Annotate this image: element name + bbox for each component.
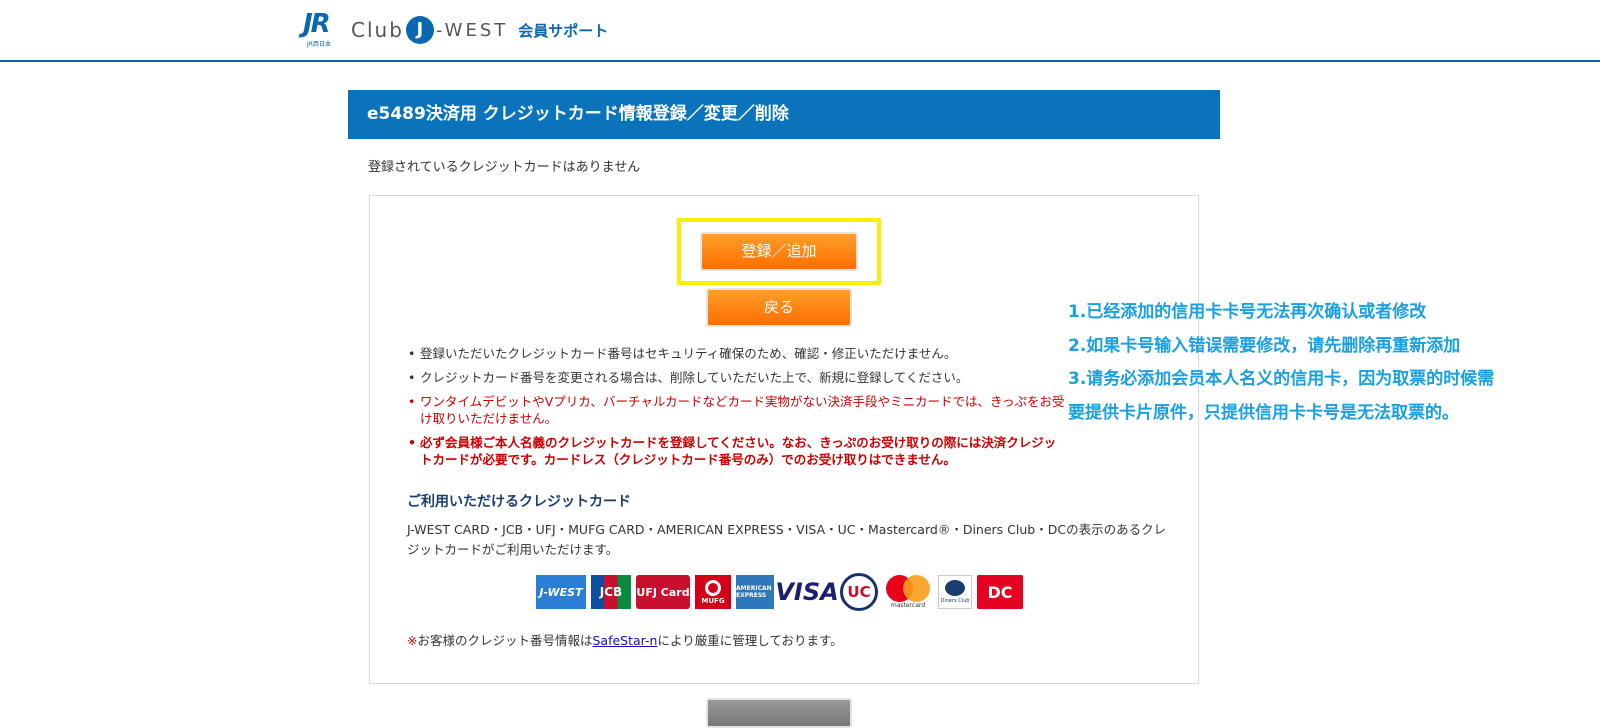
- note-item-warning: ワンタイムデビットやVプリカ、バーチャルカードなどカード実物がない決済手段やミニ…: [406, 393, 1066, 427]
- amex-logo-icon: AMERICAN EXPRESS: [736, 575, 774, 609]
- note-item-warning: 必ず会員様ご本人名義のクレジットカードを登録してください。なお、きっぷのお受け取…: [406, 434, 1066, 468]
- cards-heading: ご利用いただけるクレジットカード: [407, 494, 631, 510]
- note-item: クレジットカード番号を変更される場合は、削除していただいた上で、新規に登録してく…: [406, 369, 1066, 386]
- logo-west-text: -WEST: [435, 19, 509, 41]
- logo-support-text: 会員サポート: [518, 21, 609, 40]
- logo-j-circle: J: [405, 16, 434, 44]
- uc-logo-icon: UC: [840, 573, 878, 611]
- no-card-message: 登録されているクレジットカードはありません: [368, 160, 641, 175]
- jwest-card-logo-icon: J-WEST: [536, 575, 586, 609]
- dc-card-logo-icon: DC: [977, 575, 1023, 609]
- diners-club-logo-icon: Diners Club: [938, 575, 972, 609]
- bottom-button[interactable]: [706, 698, 852, 728]
- jr-west-logo-icon: JR JR西日本: [303, 9, 331, 48]
- safestar-link[interactable]: SafeStar-n: [593, 633, 658, 648]
- safestar-notice: ※お客様のクレジット番号情報はSafeStar-nにより厳重に管理しております。: [407, 633, 843, 648]
- jcb-logo-icon: JCB: [591, 575, 631, 609]
- page-title: e5489決済用 クレジットカード情報登録／変更／削除: [348, 90, 1220, 139]
- note-item: 登録いただいたクレジットカード番号はセキュリティ確保のため、確認・修正いただけま…: [406, 345, 1066, 362]
- visa-logo-icon: VISA: [775, 578, 839, 606]
- logo-club-text: Club: [351, 18, 404, 42]
- card-logos: J-WEST JCB UFJ Card MUFG AMERICAN EXPRES…: [536, 573, 1023, 611]
- mastercard-logo-icon: mastercard: [883, 575, 933, 609]
- mufg-card-logo-icon: MUFG: [695, 575, 731, 609]
- annotation-line: 2.如果卡号输入错误需要修改，请先删除再重新添加: [1068, 335, 1461, 356]
- ufj-card-logo-icon: UFJ Card: [636, 575, 690, 609]
- site-header: JR JR西日本 Club J -WEST 会員サポート: [0, 0, 1600, 62]
- club-j-west-logo[interactable]: JR JR西日本 Club J -WEST 会員サポート: [303, 9, 609, 48]
- back-button[interactable]: 戻る: [706, 288, 852, 327]
- register-add-button[interactable]: 登録／追加: [700, 232, 858, 271]
- annotation-line: 1.已经添加的信用卡卡号无法再次确认或者修改: [1068, 302, 1427, 322]
- cards-description: J-WEST CARD・JCB・UFJ・MUFG CARD・AMERICAN E…: [407, 522, 1167, 557]
- annotation-text: 1.已经添加的信用卡卡号无法再次确认或者修改 2.如果卡号输入错误需要修改，请先…: [1068, 296, 1508, 430]
- notes-list: 登録いただいたクレジットカード番号はセキュリティ確保のため、確認・修正いただけま…: [406, 345, 1066, 475]
- annotation-line: 3.请务必添加会员本人名义的信用卡，因为取票的时候需要提供卡片原件，只提供信用卡…: [1068, 369, 1495, 423]
